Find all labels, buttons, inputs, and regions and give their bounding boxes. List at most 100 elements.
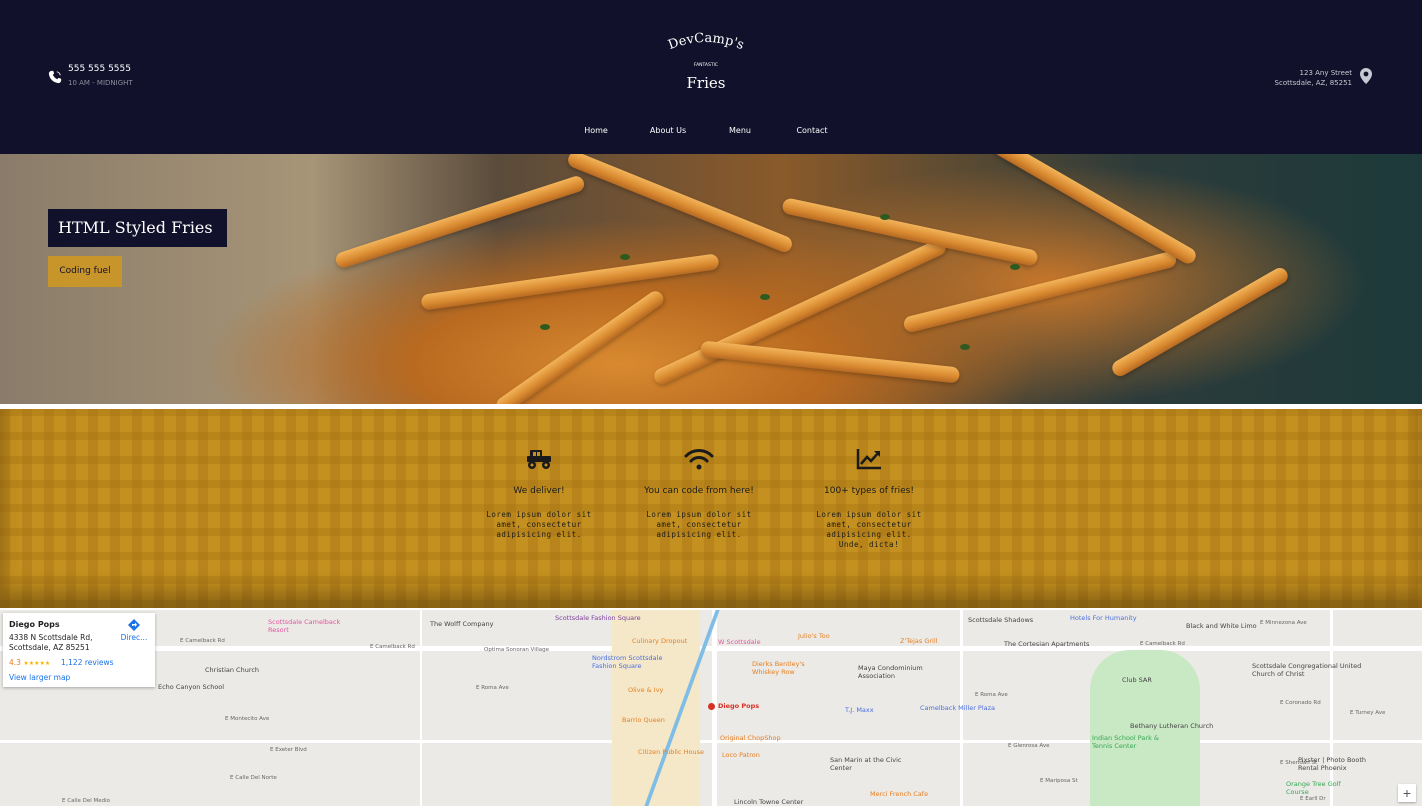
poi-label[interactable]: Scottsdale Congregational United Church … bbox=[1252, 662, 1362, 678]
street-label: Optima Sonoran Village bbox=[484, 647, 550, 653]
place-rating: 4.3 ★★★★★ bbox=[9, 658, 50, 667]
feature-text: Lorem ipsum dolor sit amet, consectetur … bbox=[816, 510, 922, 549]
features-band: We deliver! Lorem ipsum dolor sit amet, … bbox=[0, 409, 1422, 608]
nav-contact[interactable]: Contact bbox=[776, 126, 848, 135]
place-name: Diego Pops bbox=[9, 620, 60, 629]
feature-text: Lorem ipsum dolor sit amet, consectetur … bbox=[486, 510, 592, 539]
wifi-icon bbox=[684, 449, 714, 470]
street-label: E Exeter Blvd bbox=[270, 747, 307, 753]
poi-label[interactable]: Scottsdale Shadows bbox=[968, 616, 1033, 624]
street-label: E Calle Del Norte bbox=[230, 775, 277, 781]
coding-fuel-button[interactable]: Coding fuel bbox=[48, 256, 122, 287]
rating-value: 4.3 bbox=[9, 658, 21, 667]
poi-label[interactable]: Original ChopShop bbox=[720, 734, 781, 742]
logo-line1: DevCamp's bbox=[666, 31, 746, 53]
poi-label[interactable]: Loco Patron bbox=[722, 751, 760, 759]
zoom-in-button[interactable]: + bbox=[1398, 784, 1416, 802]
directions-button[interactable]: Direc... bbox=[118, 619, 150, 642]
address-line1: 123 Any Street bbox=[1299, 69, 1352, 77]
poi-label[interactable]: Julio's Too bbox=[798, 632, 830, 640]
poi-label[interactable]: Camelback Miller Plaza bbox=[920, 704, 995, 712]
poi-label[interactable]: The Cortesian Apartments bbox=[1004, 640, 1089, 648]
street-label: E Earll Dr bbox=[1300, 796, 1326, 802]
poi-label[interactable]: Black and White Limo bbox=[1186, 622, 1257, 630]
street-label: E Mariposa St bbox=[1040, 778, 1078, 784]
rating-stars-icon: ★★★★★ bbox=[23, 660, 51, 667]
street-label: E Turney Ave bbox=[1350, 710, 1386, 716]
street-label: E Camelback Rd bbox=[370, 644, 415, 650]
address-line2: Scottsdale, AZ, 85251 bbox=[1274, 79, 1352, 87]
poi-label[interactable]: Nordstrom Scottsdale Fashion Square bbox=[592, 654, 672, 670]
nav-about-us[interactable]: About Us bbox=[632, 126, 704, 135]
view-larger-map-link[interactable]: View larger map bbox=[9, 673, 70, 682]
map-pin-icon bbox=[1360, 68, 1372, 84]
feature-title: You can code from here! bbox=[644, 486, 754, 496]
street-label: E Calle Del Medio bbox=[62, 798, 111, 804]
poi-label[interactable]: Barrio Queen bbox=[622, 716, 665, 724]
street-label: E Roma Ave bbox=[975, 692, 1008, 698]
street-label: E Roma Ave bbox=[476, 685, 509, 691]
poi-label[interactable]: Dierks Bentley's Whiskey Row bbox=[752, 660, 832, 676]
directions-icon bbox=[128, 619, 140, 631]
poi-label[interactable]: Scottsdale Camelback Resort bbox=[268, 618, 348, 634]
street-label: E Coronado Rd bbox=[1280, 700, 1321, 706]
chart-line-icon bbox=[856, 449, 881, 470]
poi-label[interactable]: Merci French Cafe bbox=[870, 790, 928, 798]
reviews-link[interactable]: 1,122 reviews bbox=[61, 658, 114, 667]
poi-label[interactable]: Citizen Public House bbox=[638, 748, 704, 756]
contact-phone: 555 555 5555 10 AM - MIDNIGHT bbox=[48, 64, 133, 87]
embedded-map[interactable]: E Camelback Rd E Camelback Rd E Camelbac… bbox=[0, 610, 1422, 806]
directions-label: Direc... bbox=[120, 633, 148, 642]
poi-label[interactable]: Hotels For Humanity bbox=[1070, 614, 1137, 622]
devcamp-fries-logo[interactable]: DevCamp's FANTASTIC Fries bbox=[646, 30, 766, 96]
place-address: 4338 N Scottsdale Rd, Scottsdale, AZ 852… bbox=[9, 633, 109, 653]
street-label: E Camelback Rd bbox=[180, 638, 225, 644]
poi-label[interactable]: Scottsdale Fashion Square bbox=[555, 614, 641, 622]
business-hours: 10 AM - MIDNIGHT bbox=[68, 79, 133, 87]
poi-label[interactable]: Diego Pops bbox=[708, 702, 759, 710]
street-label: E Montecito Ave bbox=[225, 716, 270, 722]
hero-banner: HTML Styled Fries Coding fuel bbox=[0, 154, 1422, 404]
svg-text:DevCamp's: DevCamp's bbox=[666, 31, 746, 53]
place-info-card: Diego Pops 4338 N Scottsdale Rd, Scottsd… bbox=[3, 613, 155, 687]
feature-wifi: You can code from here! Lorem ipsum dolo… bbox=[644, 447, 754, 540]
poi-label[interactable]: Maya Condominium Association bbox=[858, 664, 948, 680]
poi-label[interactable]: Christian Church bbox=[205, 666, 259, 674]
logo-line2: FANTASTIC bbox=[694, 62, 718, 68]
poi-label[interactable]: Olive & Ivy bbox=[628, 686, 663, 694]
phone-icon bbox=[48, 70, 62, 84]
road-horizontal bbox=[0, 740, 1422, 743]
nav-home[interactable]: Home bbox=[560, 126, 632, 135]
poi-label[interactable]: Z'Tejas Grill bbox=[900, 637, 937, 645]
poi-label[interactable]: Indian School Park & Tennis Center bbox=[1092, 734, 1172, 750]
street-label: E Glenrosa Ave bbox=[1008, 743, 1050, 749]
feature-title: 100+ types of fries! bbox=[824, 486, 914, 496]
phone-number[interactable]: 555 555 5555 bbox=[68, 64, 133, 74]
site-header: 555 555 5555 10 AM - MIDNIGHT DevCamp's … bbox=[0, 0, 1422, 154]
logo-line3: Fries bbox=[687, 74, 726, 92]
poi-label[interactable]: Echo Canyon School bbox=[158, 683, 224, 691]
hero-title: HTML Styled Fries bbox=[48, 209, 227, 247]
contact-address: 123 Any Street Scottsdale, AZ, 85251 bbox=[1275, 68, 1372, 88]
poi-label[interactable]: Pixster | Photo Booth Rental Phoenix bbox=[1298, 756, 1378, 772]
road-camelback bbox=[0, 646, 1422, 651]
poi-label[interactable]: San Marin at the Civic Center bbox=[830, 756, 910, 772]
nav-menu[interactable]: Menu bbox=[704, 126, 776, 135]
place-address-line2: Scottsdale, AZ 85251 bbox=[9, 643, 90, 652]
poi-label[interactable]: The Wolff Company bbox=[430, 620, 493, 628]
poi-label[interactable]: Culinary Dropout bbox=[632, 637, 687, 645]
feature-title: We deliver! bbox=[513, 486, 565, 496]
street-label: E Minnezona Ave bbox=[1260, 620, 1307, 626]
poi-label[interactable]: Lincoln Towne Center bbox=[734, 798, 803, 806]
road-vertical bbox=[1330, 610, 1333, 806]
map-marker-icon bbox=[708, 702, 715, 710]
poi-label[interactable]: Club SAR bbox=[1122, 676, 1152, 684]
poi-label[interactable]: Orange Tree Golf Course bbox=[1286, 780, 1356, 796]
street-label: E Camelback Rd bbox=[1140, 641, 1185, 647]
feature-text: Lorem ipsum dolor sit amet, consectetur … bbox=[646, 510, 752, 539]
poi-label[interactable]: W Scottsdale bbox=[718, 638, 761, 646]
place-address-line1: 4338 N Scottsdale Rd, bbox=[9, 633, 93, 642]
poi-label[interactable]: T.J. Maxx bbox=[845, 706, 874, 714]
poi-label[interactable]: Bethany Lutheran Church bbox=[1130, 722, 1213, 730]
feature-fry-types: 100+ types of fries! Lorem ipsum dolor s… bbox=[814, 447, 924, 550]
